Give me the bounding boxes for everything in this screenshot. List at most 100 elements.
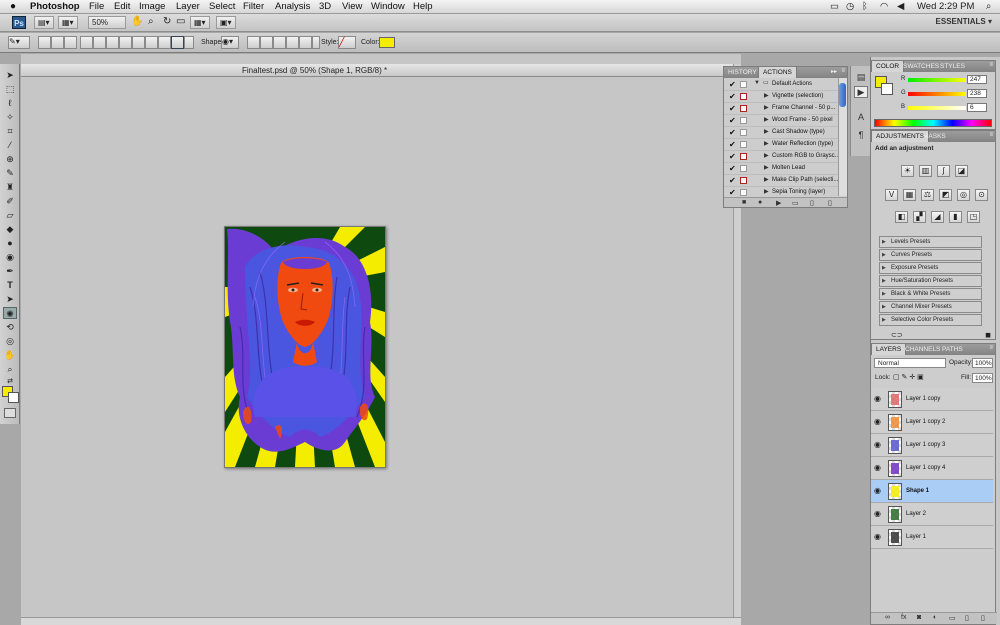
- app-menu[interactable]: Photoshop: [30, 1, 80, 12]
- custom-shape-tool-icon[interactable]: ✺: [3, 307, 17, 319]
- bluetooth-icon[interactable]: ᛒ: [862, 1, 868, 12]
- link-layers-icon[interactable]: ∞: [885, 614, 890, 621]
- b-value-input[interactable]: 6: [967, 103, 987, 112]
- action-toggle-checkbox[interactable]: ✔: [729, 188, 737, 197]
- dialog-toggle-icon[interactable]: [740, 189, 747, 196]
- menu-image[interactable]: Image: [139, 1, 165, 12]
- expand-down-icon[interactable]: ▼: [754, 80, 760, 86]
- canvas-image[interactable]: [224, 226, 386, 468]
- visibility-eye-icon[interactable]: ◉: [874, 417, 881, 426]
- curves-icon[interactable]: ∫: [937, 165, 950, 177]
- hue-saturation-presets[interactable]: Hue/Saturation Presets: [879, 275, 982, 287]
- polygon-shape-button[interactable]: [145, 36, 158, 49]
- g-value-input[interactable]: 238: [967, 89, 987, 98]
- layer-name[interactable]: Shape 1: [906, 488, 929, 494]
- visibility-eye-icon[interactable]: ◉: [874, 440, 881, 449]
- link-layer-style-button[interactable]: [312, 36, 320, 49]
- tab-actions[interactable]: ACTIONS: [758, 67, 797, 78]
- dialog-toggle-icon[interactable]: [740, 177, 747, 184]
- record-icon[interactable]: ●: [758, 199, 762, 206]
- panel-menu-icon[interactable]: ≡: [989, 345, 993, 351]
- menu-filter[interactable]: Filter: [243, 1, 264, 12]
- background-color-swatch[interactable]: [8, 392, 19, 403]
- volume-icon[interactable]: ◀: [897, 1, 904, 12]
- layer-row[interactable]: ◉ Layer 1 copy: [871, 388, 993, 411]
- freeform-pen-button[interactable]: [93, 36, 106, 49]
- selective-color-presets[interactable]: Selective Color Presets: [879, 314, 982, 326]
- layer-row[interactable]: ◉ Layer 1 copy 2: [871, 411, 993, 434]
- create-new-shape-layer-button[interactable]: [247, 36, 260, 49]
- color-balance-icon[interactable]: ⚖: [921, 189, 934, 201]
- dialog-toggle-icon[interactable]: [740, 93, 747, 100]
- layer-row[interactable]: ◉ Layer 2: [871, 503, 993, 526]
- action-toggle-checkbox[interactable]: ✔: [729, 92, 737, 101]
- new-layer-icon[interactable]: ▯: [965, 614, 969, 622]
- lasso-tool-icon[interactable]: ℓ: [3, 97, 17, 109]
- menu-edit[interactable]: Edit: [114, 1, 130, 12]
- action-row[interactable]: ✔ ▶ Custom RGB to Graysc...: [724, 151, 841, 163]
- action-toggle-checkbox[interactable]: ✔: [729, 116, 737, 125]
- 3d-rotate-tool-icon[interactable]: ⟲: [3, 321, 17, 333]
- tool-preset-picker[interactable]: ✎▾: [8, 36, 30, 49]
- shape-color-swatch[interactable]: [379, 37, 395, 48]
- action-toggle-checkbox[interactable]: ✔: [729, 80, 737, 89]
- action-row[interactable]: ✔ ▶ Molten Lead: [724, 163, 841, 175]
- pen-tool-icon[interactable]: ✒: [3, 265, 17, 277]
- zoom-tool-icon[interactable]: ⌕: [148, 16, 154, 27]
- visibility-eye-icon[interactable]: ◉: [874, 486, 881, 495]
- menu-view[interactable]: View: [342, 1, 362, 12]
- play-icon[interactable]: ▶: [776, 199, 781, 207]
- view-extras-button[interactable]: ▦▾: [58, 16, 78, 29]
- dialog-toggle-icon[interactable]: [740, 129, 747, 136]
- dialog-toggle-icon[interactable]: [740, 141, 747, 148]
- invert-icon[interactable]: ◧: [895, 211, 908, 223]
- b-slider[interactable]: [908, 106, 966, 110]
- action-row[interactable]: ✔ ▶ Water Reflection (type): [724, 139, 841, 151]
- fill-input[interactable]: 100%: [972, 373, 993, 383]
- new-adjustment-icon[interactable]: ◐: [933, 614, 937, 621]
- style-picker[interactable]: ╱: [338, 36, 356, 49]
- shape-picker[interactable]: ◉▾: [221, 36, 239, 49]
- line-shape-button[interactable]: [158, 36, 171, 49]
- dodge-tool-icon[interactable]: ◉: [3, 251, 17, 263]
- layer-name[interactable]: Layer 1: [906, 534, 926, 540]
- action-row[interactable]: ✔ ▶ Wood Frame - 50 pixel: [724, 115, 841, 127]
- color-background-swatch[interactable]: [881, 83, 893, 95]
- clone-stamp-tool-icon[interactable]: ♜: [3, 181, 17, 193]
- character-dock-icon[interactable]: A: [854, 112, 868, 124]
- action-toggle-checkbox[interactable]: ✔: [729, 128, 737, 137]
- expand-right-icon[interactable]: ▶: [764, 128, 769, 135]
- action-row[interactable]: ✔ ▶ Make Clip Path (selecti...: [724, 175, 841, 187]
- hand-tool-icon[interactable]: ✋: [131, 16, 143, 27]
- menu-3d[interactable]: 3D: [319, 1, 331, 12]
- threshold-icon[interactable]: ◢: [931, 211, 944, 223]
- path-selection-tool-icon[interactable]: ➤: [3, 293, 17, 305]
- expand-right-icon[interactable]: ▶: [764, 92, 769, 99]
- delete-layer-icon[interactable]: ▯: [981, 614, 985, 622]
- layer-name[interactable]: Layer 1 copy: [906, 396, 940, 402]
- levels-icon[interactable]: ▥: [919, 165, 932, 177]
- layer-row[interactable]: ◉ Layer 1 copy 3: [871, 434, 993, 457]
- healing-brush-tool-icon[interactable]: ⊕: [3, 153, 17, 165]
- action-row[interactable]: ✔ ▶ Frame Channel - 50 p...: [724, 103, 841, 115]
- ruler-icon[interactable]: ▭: [176, 16, 185, 27]
- type-tool-icon[interactable]: T: [3, 279, 17, 291]
- brush-tool-icon[interactable]: ✎: [3, 167, 17, 179]
- visibility-eye-icon[interactable]: ◉: [874, 394, 881, 403]
- tab-paths[interactable]: PATHS: [938, 344, 967, 355]
- history-brush-tool-icon[interactable]: ✐: [3, 195, 17, 207]
- wifi-icon[interactable]: ◠: [880, 1, 888, 12]
- arrange-documents-button[interactable]: ▦▾: [190, 16, 210, 29]
- panel-menu-icon[interactable]: ≡: [989, 62, 993, 68]
- dialog-toggle-icon[interactable]: [740, 81, 747, 88]
- screen-icon[interactable]: ▭: [830, 1, 839, 12]
- layer-name[interactable]: Layer 1 copy 2: [906, 419, 945, 425]
- expand-right-icon[interactable]: ▶: [764, 188, 769, 195]
- action-toggle-checkbox[interactable]: ✔: [729, 176, 737, 185]
- clock[interactable]: Wed 2:29 PM: [917, 1, 974, 12]
- expand-right-icon[interactable]: ▶: [764, 164, 769, 171]
- clip-to-layer-icon[interactable]: ⊂⊃: [891, 331, 903, 339]
- tab-history[interactable]: HISTORY: [724, 67, 761, 78]
- fill-pixels-mode-button[interactable]: [64, 36, 77, 49]
- opacity-input[interactable]: 100%: [972, 358, 993, 368]
